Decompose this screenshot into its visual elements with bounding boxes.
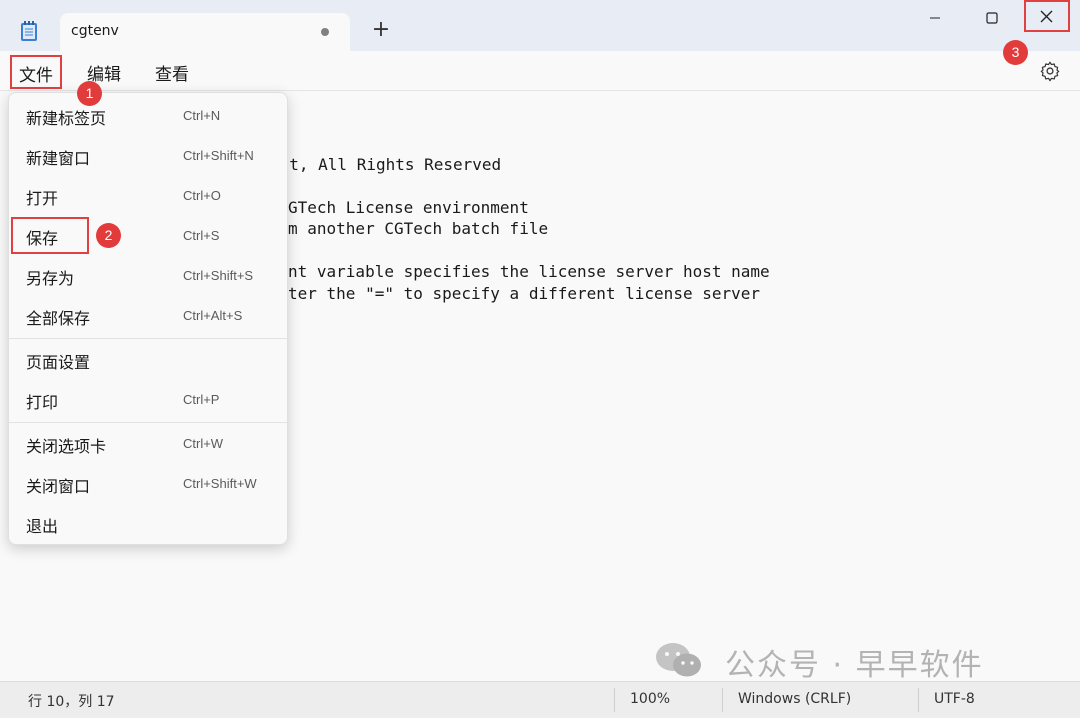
step-badge-1: 1: [77, 81, 102, 106]
menu-item-save-all[interactable]: 全部保存 Ctrl+Alt+S: [9, 298, 287, 334]
menu-bar: 文件 编辑 查看: [0, 51, 1080, 91]
menu-item-close-window[interactable]: 关闭窗口 Ctrl+Shift+W: [9, 466, 287, 502]
minimize-button[interactable]: [912, 0, 958, 36]
status-bar: 行 10，列 17 100% Windows (CRLF) UTF-8: [0, 681, 1080, 718]
menu-item-shortcut: Ctrl+W: [183, 436, 224, 451]
menu-item-shortcut: Ctrl+P: [183, 392, 220, 407]
close-icon: [1040, 10, 1053, 23]
tab-cgtenv[interactable]: cgtenv: [60, 13, 350, 51]
menu-view[interactable]: 查看: [155, 60, 189, 85]
close-button[interactable]: [1024, 0, 1070, 32]
menu-item-label: 另存为: [26, 269, 75, 288]
menu-item-save-as[interactable]: 另存为 Ctrl+Shift+S: [9, 258, 287, 294]
code-line: ght, All Rights Reserved: [270, 155, 502, 174]
menu-item-label: 新建标签页: [26, 109, 107, 128]
menu-item-shortcut: Ctrl+N: [183, 108, 221, 123]
code-line: GTech License environment: [288, 198, 529, 217]
maximize-button[interactable]: [968, 0, 1014, 36]
menu-item-label: 全部保存: [26, 309, 91, 328]
status-divider: [918, 688, 919, 712]
menu-item-label: 退出: [26, 517, 59, 536]
gear-icon[interactable]: [1039, 60, 1061, 82]
menu-item-shortcut: Ctrl+O: [183, 188, 221, 203]
cursor-position: 行 10，列 17: [28, 694, 115, 710]
menu-item-shortcut: Ctrl+Alt+S: [183, 308, 243, 323]
menu-separator: [9, 422, 287, 423]
menu-item-label: 关闭窗口: [26, 477, 91, 496]
menu-item-shortcut: Ctrl+S: [183, 228, 220, 243]
menu-item-open[interactable]: 打开 Ctrl+O: [9, 178, 287, 214]
menu-item-label: 打开: [26, 189, 59, 208]
minimize-icon: [930, 17, 940, 19]
step-badge-2: 2: [96, 223, 121, 248]
line-ending[interactable]: Windows (CRLF): [738, 691, 851, 707]
encoding[interactable]: UTF-8: [934, 691, 975, 707]
code-line: nt variable specifies the license server…: [288, 262, 770, 281]
tab-title: cgtenv: [71, 23, 119, 39]
watermark-text: 公众号 · 早早软件: [725, 648, 984, 683]
menu-item-new-tab[interactable]: 新建标签页 Ctrl+N: [9, 98, 287, 134]
menu-item-label: 新建窗口: [26, 149, 91, 168]
notepad-app-icon: [21, 21, 37, 41]
step-badge-3: 3: [1003, 40, 1028, 65]
menu-item-close-tab[interactable]: 关闭选项卡 Ctrl+W: [9, 426, 287, 462]
code-line: ter the "=" to specify a different licen…: [288, 284, 761, 303]
status-divider: [614, 688, 615, 712]
menu-item-print[interactable]: 打印 Ctrl+P: [9, 382, 287, 418]
menu-item-label: 关闭选项卡: [26, 437, 107, 456]
new-tab-button[interactable]: +: [369, 17, 393, 43]
menu-separator: [9, 338, 287, 339]
menu-item-new-window[interactable]: 新建窗口 Ctrl+Shift+N: [9, 138, 287, 174]
status-divider: [722, 688, 723, 712]
wechat-icon: [656, 643, 701, 677]
menu-item-shortcut: Ctrl+Shift+S: [183, 268, 254, 283]
menu-item-label: 打印: [26, 393, 59, 412]
menu-item-exit[interactable]: 退出: [9, 506, 287, 542]
unsaved-dot-icon: [321, 28, 329, 36]
menu-item-shortcut: Ctrl+Shift+W: [183, 476, 257, 491]
save-highlight-box: [11, 217, 89, 254]
zoom-level[interactable]: 100%: [630, 691, 670, 707]
code-line: m another CGTech batch file: [288, 219, 549, 238]
menu-file[interactable]: 文件: [10, 55, 62, 89]
file-menu-dropdown: 新建标签页 Ctrl+N 新建窗口 Ctrl+Shift+N 打开 Ctrl+O…: [8, 92, 288, 545]
title-bar: cgtenv +: [0, 0, 1080, 51]
menu-item-page-setup[interactable]: 页面设置: [9, 342, 287, 378]
maximize-icon: [986, 12, 998, 24]
menu-item-label: 页面设置: [26, 353, 91, 372]
menu-item-shortcut: Ctrl+Shift+N: [183, 148, 254, 163]
